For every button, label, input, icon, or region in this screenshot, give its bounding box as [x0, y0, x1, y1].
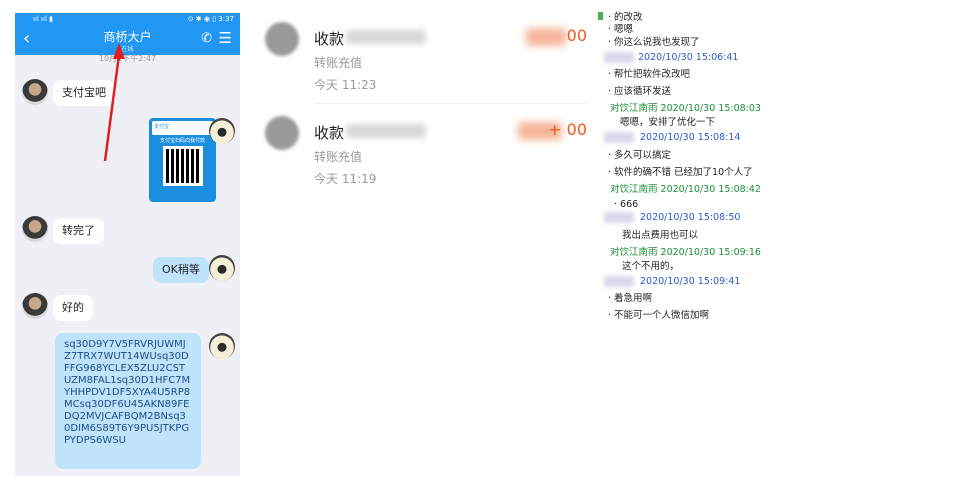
transaction-desc: 转账充值 — [314, 56, 363, 70]
transaction-icon — [265, 22, 299, 56]
log-message: · 666 — [614, 199, 639, 210]
log-message: · 软件的确不错 已经加了10个人了 — [608, 167, 753, 178]
log-header: 2020/10/30 15:08:50 — [640, 212, 741, 223]
redacted-sender — [604, 52, 634, 63]
log-message: · 的改改 — [608, 12, 643, 23]
transaction-list: 收款 00 转账充值 今天 11:23 收款 + 00 转账充值 今天 11:1… — [262, 14, 587, 214]
log-header: 对饮江南雨 2020/10/30 15:08:42 — [610, 184, 761, 195]
transaction-time: 今天 11:23 — [314, 78, 377, 92]
transaction-amount: + 00 — [548, 120, 587, 139]
log-marker — [598, 12, 603, 20]
transaction-desc: 转账充值 — [314, 150, 363, 164]
log-message: 这个不用的， — [622, 261, 680, 272]
log-header: 2020/10/30 15:09:41 — [640, 276, 741, 287]
chat-window: ııl ııl ▮ ⊙ ✱ ◉ ▯ 3:37 ‹ 商桥大户 在线 ✆ ☰ 10月… — [15, 13, 240, 476]
red-arrow-annotation — [103, 43, 125, 162]
divider — [314, 103, 587, 104]
log-header: 2020/10/30 15:06:41 — [638, 52, 739, 63]
chat-log: · 的改改 · 嗯嗯 · 你这么说我也发现了 2020/10/30 15:06:… — [598, 10, 778, 320]
log-message: · 应该循环发送 — [608, 86, 672, 97]
redacted-sender — [604, 212, 634, 223]
log-message: · 不能可一个人微信加啊 — [608, 310, 710, 320]
log-message: · 多久可以搞定 — [608, 150, 672, 161]
log-message: · 你这么说我也发现了 — [608, 37, 700, 48]
redacted-amount — [526, 28, 566, 46]
log-message: 嗯嗯，安排了优化一下 — [620, 117, 716, 128]
log-message: · 着急用啊 — [608, 293, 653, 304]
log-message: · 帮忙把软件改改吧 — [608, 69, 691, 80]
redacted-sender — [604, 132, 634, 143]
transaction-title: 收款 — [314, 124, 345, 142]
transaction-icon — [265, 116, 299, 150]
log-header: 对饮江南雨 2020/10/30 15:08:03 — [610, 103, 761, 114]
log-message: · 嗯嗯 — [608, 24, 634, 35]
transaction-item[interactable]: 收款 + 00 转账充值 今天 11:19 — [262, 108, 587, 198]
log-header: 对饮江南雨 2020/10/30 15:09:16 — [610, 247, 761, 258]
transaction-time: 今天 11:19 — [314, 172, 377, 186]
redacted-sender — [604, 276, 634, 287]
transaction-item[interactable]: 收款 00 转账充值 今天 11:23 — [262, 14, 587, 104]
log-message: 我出点费用也可以 — [622, 230, 699, 241]
transaction-title: 收款 — [314, 30, 345, 48]
transaction-amount: 00 — [566, 26, 587, 45]
log-header: 2020/10/30 15:08:14 — [640, 132, 741, 143]
redacted-name — [346, 124, 426, 138]
redacted-name — [346, 30, 426, 44]
